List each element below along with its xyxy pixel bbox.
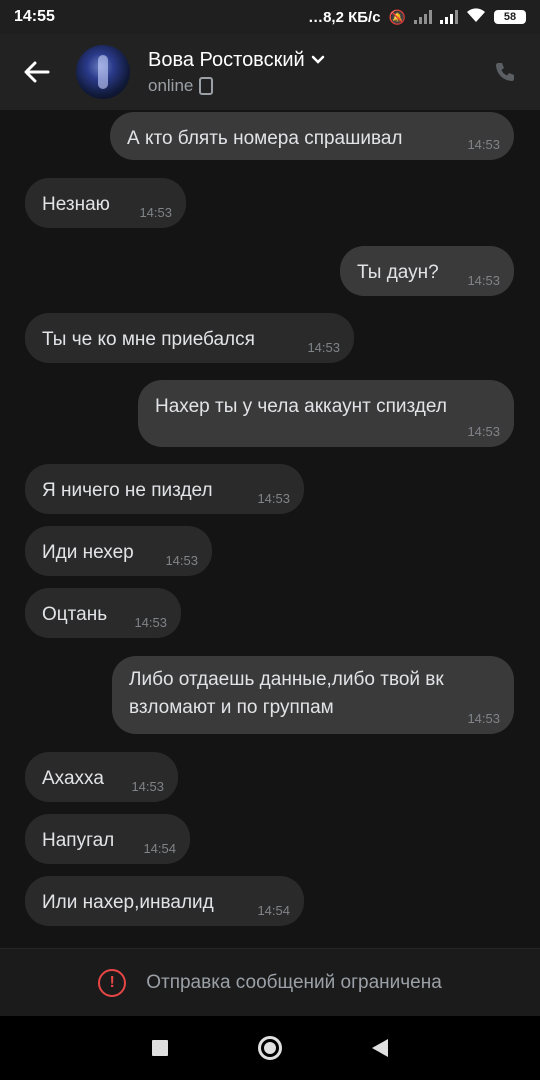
contact-name: Вова Ростовский <box>148 48 305 71</box>
message-text: Ты даун? <box>357 262 439 283</box>
message-text: Либо отдаешь данные,либо твой вк взломаю… <box>129 669 444 718</box>
message-text: Ахахха <box>42 768 104 789</box>
message-outgoing[interactable]: Нахер ты у чела аккаунт спиздел 14:53 <box>138 380 514 447</box>
contact-info[interactable]: Вова Ростовский online <box>148 49 490 96</box>
message-incoming[interactable]: Напугал 14:54 <box>25 814 190 864</box>
message-time: 14:53 <box>467 137 500 152</box>
signal-icon-2 <box>440 10 458 24</box>
message-time: 14:53 <box>467 273 500 288</box>
message-time: 14:53 <box>134 615 167 630</box>
recent-apps-button[interactable] <box>152 1040 168 1056</box>
network-speed: …8,2 КБ/с <box>308 8 381 26</box>
status-icons: …8,2 КБ/с 🔕 58 <box>308 7 526 27</box>
call-button[interactable] <box>490 57 520 87</box>
message-outgoing[interactable]: А кто блять номера спрашивал 14:53 <box>110 112 514 160</box>
signal-icon <box>414 10 432 24</box>
arrow-left-icon <box>24 61 50 83</box>
message-text: Или нахер,инвалид <box>42 892 214 913</box>
back-button[interactable] <box>24 59 50 85</box>
message-incoming[interactable]: Ты че ко мне приебался 14:53 <box>25 313 354 363</box>
chevron-down-icon <box>311 55 324 64</box>
message-incoming[interactable]: Незнаю 14:53 <box>25 178 186 228</box>
avatar[interactable] <box>76 45 130 99</box>
message-time: 14:53 <box>257 491 290 506</box>
message-incoming[interactable]: Оцтань 14:53 <box>25 588 181 638</box>
home-button[interactable] <box>258 1036 282 1060</box>
message-text: Напугал <box>42 830 115 851</box>
chat-header: Вова Ростовский online <box>0 34 540 110</box>
message-text: А кто блять номера спрашивал <box>127 128 403 149</box>
battery-indicator: 58 <box>494 10 526 24</box>
message-text: Оцтань <box>42 604 108 625</box>
mobile-icon <box>199 76 214 95</box>
message-outgoing[interactable]: Либо отдаешь данные,либо твой вк взломаю… <box>112 656 514 734</box>
message-incoming[interactable]: Иди нехер 14:53 <box>25 526 212 576</box>
home-icon <box>264 1042 276 1054</box>
message-text: Незнаю <box>42 194 110 215</box>
message-list[interactable]: А кто блять номера спрашивал 14:53 Незна… <box>0 110 540 948</box>
message-time: 14:53 <box>307 340 340 355</box>
message-time: 14:54 <box>143 841 176 856</box>
system-navigation-bar <box>0 1016 540 1080</box>
message-time: 14:53 <box>139 205 172 220</box>
message-text: Нахер ты у чела аккаунт спиздел <box>155 396 447 417</box>
message-time: 14:54 <box>257 903 290 918</box>
message-incoming[interactable]: Ахахха 14:53 <box>25 752 178 802</box>
mute-alarm-icon: 🔕 <box>388 8 406 25</box>
status-time: 14:55 <box>14 8 55 25</box>
message-outgoing[interactable]: Ты даун? 14:53 <box>340 246 514 296</box>
message-text: Ты че ко мне приебался <box>42 329 255 350</box>
message-text: Я ничего не пиздел <box>42 480 213 501</box>
phone-icon <box>496 63 514 81</box>
message-time: 14:53 <box>467 424 500 439</box>
message-incoming[interactable]: Или нахер,инвалид 14:54 <box>25 876 304 926</box>
system-back-button[interactable] <box>372 1039 388 1057</box>
warning-icon: ! <box>98 968 127 997</box>
message-time: 14:53 <box>165 553 198 568</box>
message-time: 14:53 <box>131 779 164 794</box>
message-text: Иди нехер <box>42 542 134 563</box>
restriction-bar: ! Отправка сообщений ограничена <box>0 948 540 1016</box>
message-time: 14:53 <box>467 711 500 726</box>
status-bar: 14:55 …8,2 КБ/с 🔕 58 <box>0 0 540 34</box>
restriction-text: Отправка сообщений ограничена <box>146 971 442 993</box>
contact-status: online <box>148 75 194 95</box>
message-incoming[interactable]: Я ничего не пиздел 14:53 <box>25 464 304 514</box>
wifi-icon <box>466 7 486 27</box>
